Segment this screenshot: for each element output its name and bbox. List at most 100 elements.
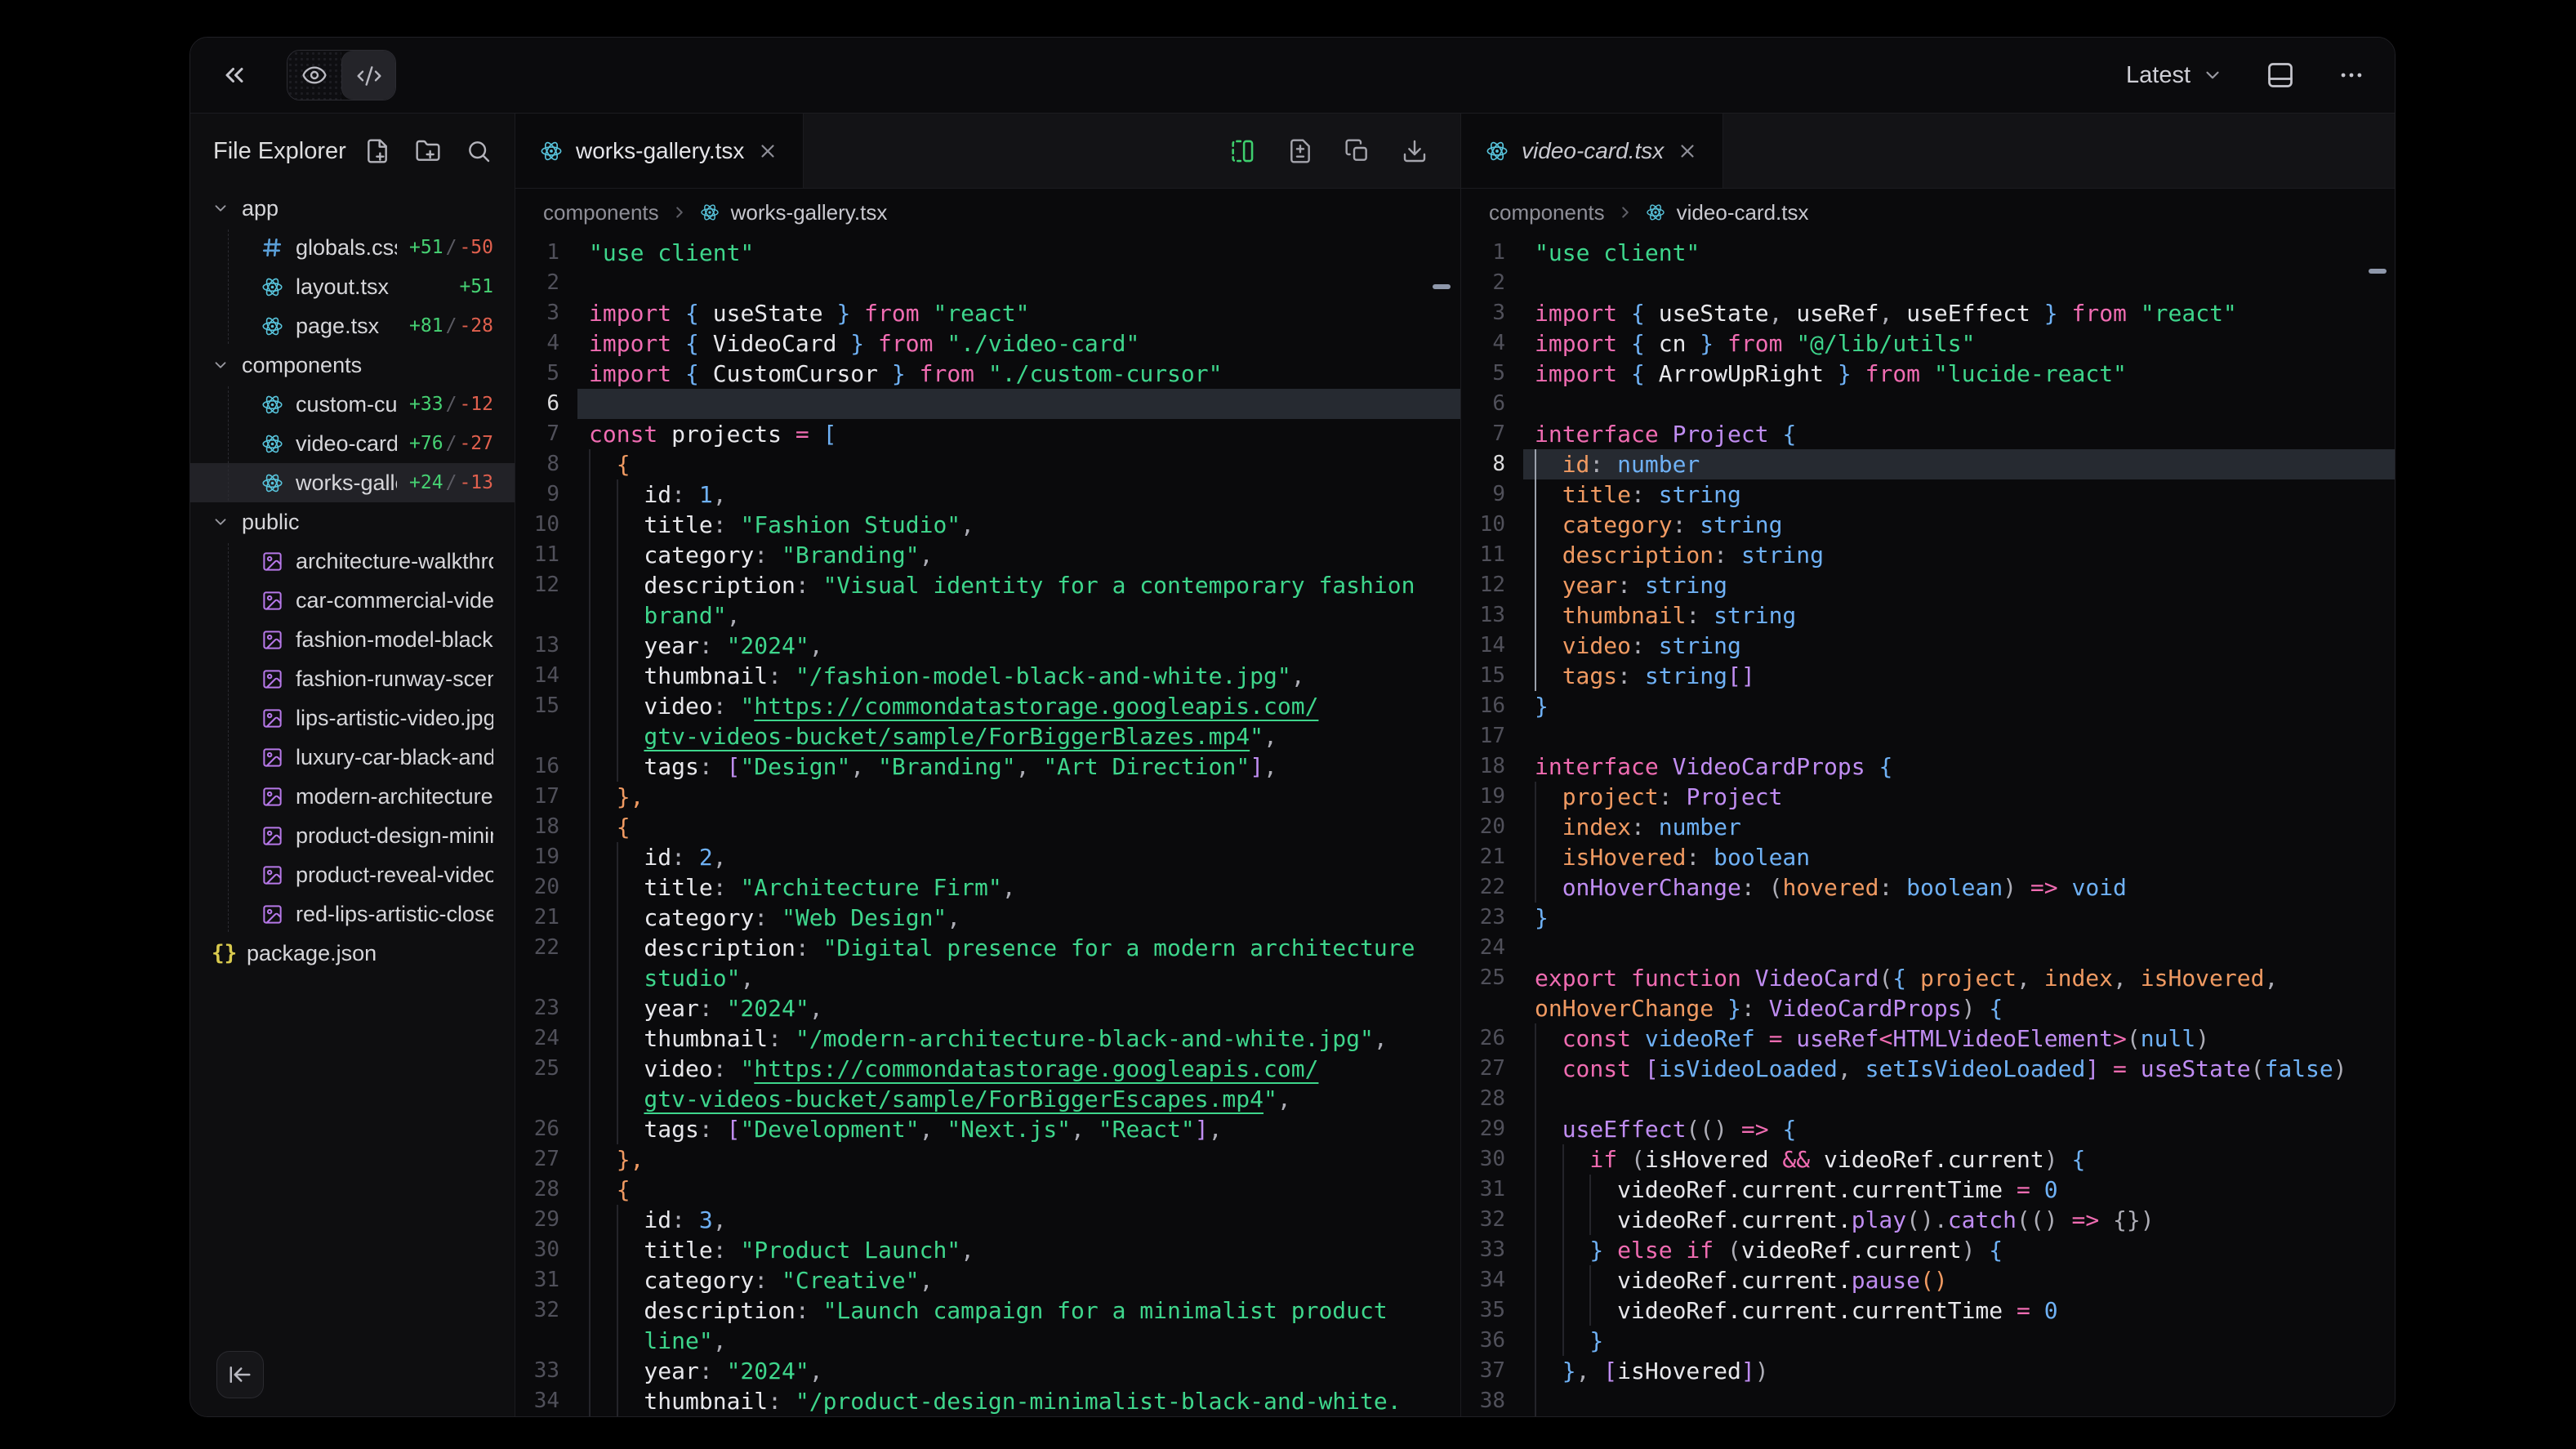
code-line-3[interactable]: 3import { useState, useRef, useEffect } … <box>1461 298 2395 328</box>
code-line-15[interactable]: 15video: "https://commondatastorage.goog… <box>515 691 1460 751</box>
code-line-28[interactable]: 28 <box>1461 1084 2395 1114</box>
preview-toggle[interactable] <box>287 51 341 100</box>
code-line-15[interactable]: 15tags: string[] <box>1461 661 2395 691</box>
version-dropdown[interactable]: Latest <box>2126 62 2223 89</box>
code-line-19[interactable]: 19project: Project <box>1461 782 2395 812</box>
code-line-13[interactable]: 13thumbnail: string <box>1461 600 2395 631</box>
code-line-27[interactable]: 27}, <box>515 1144 1460 1175</box>
code-line-31[interactable]: 31videoRef.current.currentTime = 0 <box>1461 1175 2395 1205</box>
code-line-11[interactable]: 11category: "Branding", <box>515 540 1460 570</box>
code-line-4[interactable]: 4import { cn } from "@/lib/utils" <box>1461 328 2395 359</box>
code-line-26[interactable]: 26tags: ["Development", "Next.js", "Reac… <box>515 1114 1460 1144</box>
code-line-4[interactable]: 4import { VideoCard } from "./video-card… <box>515 328 1460 359</box>
file-diff-icon[interactable] <box>1287 138 1313 164</box>
breadcrumb-file[interactable]: works-gallery.tsx <box>731 200 888 225</box>
code-line-28[interactable]: 28{ <box>515 1175 1460 1205</box>
code-line-18[interactable]: 18interface VideoCardProps { <box>1461 751 2395 782</box>
breadcrumb-folder[interactable]: components <box>543 200 659 225</box>
code-line-20[interactable]: 20index: number <box>1461 812 2395 842</box>
code-line-22[interactable]: 22onHoverChange: (hovered: boolean) => v… <box>1461 872 2395 903</box>
code-line-16[interactable]: 16tags: ["Design", "Branding", "Art Dire… <box>515 751 1460 782</box>
code-line-24[interactable]: 24 <box>1461 933 2395 963</box>
file-item-video-card.tsx[interactable]: video-card.tsx+76/-27 <box>190 424 515 463</box>
folder-item-public[interactable]: public <box>190 502 515 542</box>
code-line-2[interactable]: 2 <box>515 268 1460 298</box>
scrollbar-thumb[interactable] <box>2369 269 2387 274</box>
file-item-luxury-car-black-and-[interactable]: luxury-car-black-and-… <box>190 738 515 777</box>
code-line-34[interactable]: 34thumbnail: "/product-design-minimalist… <box>515 1386 1460 1416</box>
code-line-24[interactable]: 24thumbnail: "/modern-architecture-black… <box>515 1023 1460 1054</box>
code-line-23[interactable]: 23year: "2024", <box>515 993 1460 1023</box>
code-line-16[interactable]: 16} <box>1461 691 2395 721</box>
code-line-13[interactable]: 13year: "2024", <box>515 631 1460 661</box>
file-item-car-commercial-video-[interactable]: car-commercial-video… <box>190 581 515 620</box>
code-editor[interactable]: 1"use client"23import { useState, useRef… <box>1461 236 2395 1416</box>
file-item-fashion-runway-scen-[interactable]: fashion-runway-scen… <box>190 659 515 698</box>
panel-bottom-icon[interactable] <box>2266 60 2295 90</box>
code-line-23[interactable]: 23} <box>1461 903 2395 933</box>
file-item-product-design-minim-[interactable]: product-design-minim… <box>190 816 515 855</box>
code-line-33[interactable]: 33} else if (videoRef.current) { <box>1461 1235 2395 1265</box>
code-line-21[interactable]: 21isHovered: boolean <box>1461 842 2395 872</box>
ellipsis-icon[interactable] <box>2338 61 2365 89</box>
code-line-2[interactable]: 2 <box>1461 268 2395 298</box>
code-line-38[interactable]: 38 <box>1461 1386 2395 1416</box>
code-line-14[interactable]: 14thumbnail: "/fashion-model-black-and-w… <box>515 661 1460 691</box>
code-line-1[interactable]: 1"use client" <box>1461 238 2395 268</box>
code-line-20[interactable]: 20title: "Architecture Firm", <box>515 872 1460 903</box>
file-item-fashion-model-black-[interactable]: fashion-model-black-… <box>190 620 515 659</box>
code-line-17[interactable]: 17 <box>1461 721 2395 751</box>
code-line-21[interactable]: 21category: "Web Design", <box>515 903 1460 933</box>
file-item-red-lips-artistic-close-[interactable]: red-lips-artistic-close… <box>190 894 515 934</box>
code-line-5[interactable]: 5import { CustomCursor } from "./custom-… <box>515 359 1460 389</box>
code-line-33[interactable]: 33year: "2024", <box>515 1356 1460 1386</box>
copy-icon[interactable] <box>1344 138 1370 164</box>
code-line-14[interactable]: 14video: string <box>1461 631 2395 661</box>
file-item-works-galler-[interactable]: works-galler…+24/-13 <box>190 463 515 502</box>
search-icon[interactable] <box>466 138 492 164</box>
code-line-34[interactable]: 34videoRef.current.pause() <box>1461 1265 2395 1295</box>
code-line-22[interactable]: 22description: "Digital presence for a m… <box>515 933 1460 993</box>
code-line-10[interactable]: 10category: string <box>1461 510 2395 540</box>
code-line-32[interactable]: 32description: "Launch campaign for a mi… <box>515 1295 1460 1356</box>
folder-item-components[interactable]: components <box>190 346 515 385</box>
code-line-3[interactable]: 3import { useState } from "react" <box>515 298 1460 328</box>
code-line-8[interactable]: 8id: number <box>1461 449 2395 479</box>
code-line-12[interactable]: 12description: "Visual identity for a co… <box>515 570 1460 631</box>
code-line-32[interactable]: 32videoRef.current.play().catch(() => {}… <box>1461 1205 2395 1235</box>
code-toggle[interactable] <box>341 51 395 100</box>
scrollbar-thumb[interactable] <box>1433 284 1451 289</box>
chevrons-left-icon[interactable] <box>220 60 249 90</box>
code-line-25[interactable]: 25export function VideoCard({ project, i… <box>1461 963 2395 1023</box>
breadcrumb-file[interactable]: video-card.tsx <box>1677 200 1809 225</box>
code-line-7[interactable]: 7const projects = [ <box>515 419 1460 449</box>
code-editor[interactable]: 1"use client"23import { useState } from … <box>515 236 1460 1416</box>
code-line-27[interactable]: 27const [isVideoLoaded, setIsVideoLoaded… <box>1461 1054 2395 1084</box>
code-line-37[interactable]: 37}, [isHovered]) <box>1461 1356 2395 1386</box>
file-item-product-reveal-video.j-[interactable]: product-reveal-video.j… <box>190 855 515 894</box>
code-line-35[interactable]: 35videoRef.current.currentTime = 0 <box>1461 1295 2395 1326</box>
file-item-custom-curs-[interactable]: custom-curs…+33/-12 <box>190 385 515 424</box>
file-plus-icon[interactable] <box>364 138 390 164</box>
code-line-18[interactable]: 18{ <box>515 812 1460 842</box>
file-item-globals.css[interactable]: globals.css+51/-50 <box>190 228 515 267</box>
code-line-25[interactable]: 25video: "https://commondatastorage.goog… <box>515 1054 1460 1114</box>
code-line-6[interactable]: 6 <box>515 389 1460 419</box>
folder-item-app[interactable]: app <box>190 189 515 228</box>
code-line-10[interactable]: 10title: "Fashion Studio", <box>515 510 1460 540</box>
code-line-29[interactable]: 29id: 3, <box>515 1205 1460 1235</box>
code-line-30[interactable]: 30if (isHovered && videoRef.current) { <box>1461 1144 2395 1175</box>
code-line-9[interactable]: 9id: 1, <box>515 479 1460 510</box>
collapse-sidebar-button[interactable] <box>216 1351 264 1398</box>
code-line-7[interactable]: 7interface Project { <box>1461 419 2395 449</box>
split-editor-icon[interactable] <box>1228 137 1256 165</box>
code-line-12[interactable]: 12year: string <box>1461 570 2395 600</box>
code-line-1[interactable]: 1"use client" <box>515 238 1460 268</box>
code-line-36[interactable]: 36} <box>1461 1326 2395 1356</box>
code-line-6[interactable]: 6 <box>1461 389 2395 419</box>
tab-works-gallery[interactable]: works-gallery.tsx <box>515 114 804 188</box>
close-icon[interactable] <box>1677 140 1698 162</box>
file-item-architecture-walkthro-[interactable]: architecture-walkthro… <box>190 542 515 581</box>
close-icon[interactable] <box>757 140 778 162</box>
folder-plus-icon[interactable] <box>415 138 441 164</box>
